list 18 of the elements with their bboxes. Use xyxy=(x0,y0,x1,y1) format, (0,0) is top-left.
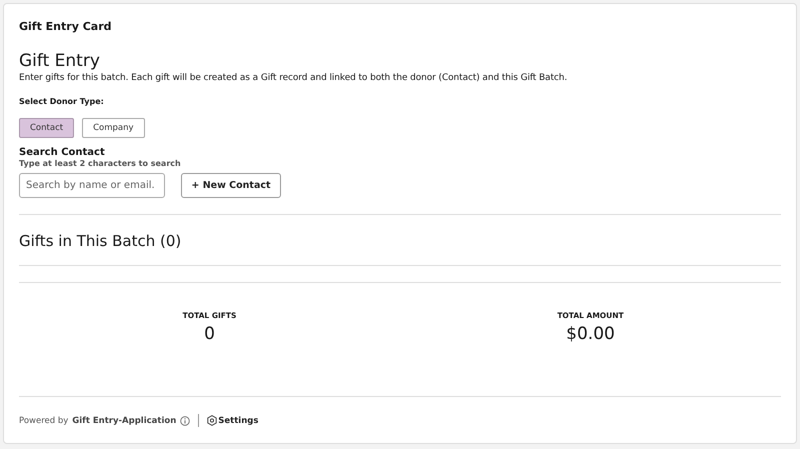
search-label: Search Contact xyxy=(19,147,106,158)
new-contact-button[interactable]: + New Contact xyxy=(181,173,281,198)
info-icon[interactable] xyxy=(180,416,190,426)
donor-type-button[interactable]: Company xyxy=(82,118,145,138)
app-link[interactable]: Gift Entry-Application xyxy=(72,416,176,426)
donor-type-label: Select Donor Type: xyxy=(19,97,105,106)
total-value: 0 xyxy=(203,324,216,344)
settings-icon xyxy=(207,415,218,426)
powered-by-text: Powered by xyxy=(19,416,68,426)
description: Enter gifts for this batch. Each gift will be created as a Gift record and linked to both the donor (Contact) and this Gift Batch. xyxy=(19,73,568,83)
total-value: $0.00 xyxy=(565,324,616,344)
settings-link[interactable]: Settings xyxy=(207,415,258,426)
card-title: Gift Entry Card xyxy=(19,20,112,34)
search-field[interactable]: Search by name or email. xyxy=(19,173,165,198)
search-hint: Type at least 2 characters to search xyxy=(19,159,182,168)
page-heading: Gift Entry xyxy=(19,51,101,71)
donor-type-button[interactable]: Contact xyxy=(19,118,74,138)
section-heading: Gifts in This Batch (0) xyxy=(19,232,182,250)
